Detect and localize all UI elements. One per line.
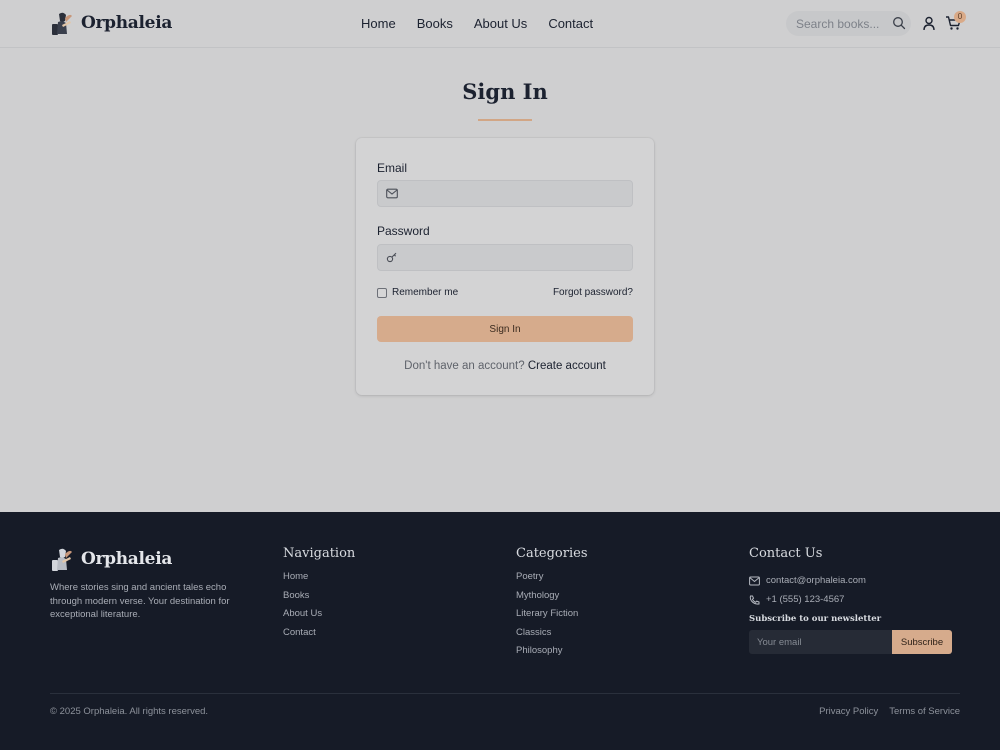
site-footer: Orphaleia Where stories sing and ancient… xyxy=(0,512,1000,750)
mail-icon xyxy=(386,188,398,199)
nav-item-home[interactable]: Home xyxy=(361,16,396,31)
search-input[interactable] xyxy=(786,11,886,36)
page-title: Sign In xyxy=(462,79,548,104)
footer-category-literary-fiction[interactable]: Literary Fiction xyxy=(516,609,588,628)
footer-categories-heading: Categories xyxy=(516,546,588,561)
cart-count-badge: 0 xyxy=(954,11,966,23)
remember-me-checkbox[interactable] xyxy=(377,288,387,298)
footer-email[interactable]: contact@orphaleia.com xyxy=(766,576,866,586)
mail-icon xyxy=(749,576,760,586)
phone-icon xyxy=(749,595,760,605)
privacy-policy-link[interactable]: Privacy Policy xyxy=(819,706,878,717)
nav-item-books[interactable]: Books xyxy=(417,16,453,31)
footer-phone-row: +1 (555) 123-4567 xyxy=(749,591,952,610)
footer-category-philosophy[interactable]: Philosophy xyxy=(516,646,588,665)
footer-description: Where stories sing and ancient tales ech… xyxy=(50,582,230,620)
user-icon[interactable] xyxy=(922,16,936,31)
forgot-password-link[interactable]: Forgot password? xyxy=(553,287,633,298)
key-icon xyxy=(386,252,397,263)
footer-category-mythology[interactable]: Mythology xyxy=(516,590,588,610)
footer-link-home[interactable]: Home xyxy=(283,572,355,591)
footer-email-row: contact@orphaleia.com xyxy=(749,572,952,591)
signin-card: Email Password Remember me Forgot passwo… xyxy=(356,138,654,395)
password-field[interactable] xyxy=(406,245,626,270)
email-label: Email xyxy=(377,161,408,175)
newsletter-label: Subscribe to our newsletter xyxy=(749,614,882,625)
signup-prompt: Don't have an account? xyxy=(404,360,525,372)
nav-item-about-us[interactable]: About Us xyxy=(474,16,527,31)
title-underline xyxy=(478,119,532,121)
footer-navigation-heading: Navigation xyxy=(283,546,356,561)
footer-phone[interactable]: +1 (555) 123-4567 xyxy=(766,594,844,605)
signup-prompt-line: Don't have an account? Create account xyxy=(356,360,654,372)
brand-name: Orphaleia xyxy=(81,13,173,33)
search-icon[interactable] xyxy=(892,16,906,30)
email-field[interactable] xyxy=(406,181,626,206)
footer-link-contact[interactable]: Contact xyxy=(283,627,355,647)
email-field-wrapper xyxy=(377,180,633,207)
terms-of-service-link[interactable]: Terms of Service xyxy=(889,706,960,717)
copyright: © 2025 Orphaleia. All rights reserved. xyxy=(50,706,209,717)
footer-category-classics[interactable]: Classics xyxy=(516,627,588,647)
footer-brand-name: Orphaleia xyxy=(81,549,173,569)
footer-link-about-us[interactable]: About Us xyxy=(283,609,355,628)
footer-navigation: Navigation Home Books About Us Contact xyxy=(283,546,355,646)
newsletter-form: Subscribe xyxy=(749,630,952,655)
footer-contact: Contact Us contact@orphaleia.com +1 (555… xyxy=(749,546,952,655)
site-header: Orphaleia Home Books About Us Contact 0 xyxy=(0,0,1000,48)
password-field-wrapper xyxy=(377,244,633,271)
footer-link-books[interactable]: Books xyxy=(283,590,355,610)
nav-item-contact[interactable]: Contact xyxy=(548,16,593,31)
newsletter-email-input[interactable] xyxy=(749,630,892,655)
main-nav: Home Books About Us Contact xyxy=(361,16,593,31)
create-account-link[interactable]: Create account xyxy=(528,360,606,372)
remember-me-label[interactable]: Remember me xyxy=(392,287,458,298)
footer-categories: Categories Poetry Mythology Literary Fic… xyxy=(516,546,588,665)
brand[interactable]: Orphaleia xyxy=(50,10,172,36)
footer-brand[interactable]: Orphaleia xyxy=(50,546,172,572)
sign-in-button[interactable]: Sign In xyxy=(377,316,633,342)
footer-divider xyxy=(50,693,960,694)
password-label: Password xyxy=(377,224,430,238)
search-box xyxy=(786,11,911,36)
logo-icon xyxy=(52,12,72,35)
footer-logo-icon xyxy=(52,548,72,571)
footer-legal-links: Privacy Policy Terms of Service xyxy=(819,706,960,717)
subscribe-button[interactable]: Subscribe xyxy=(892,630,952,655)
footer-contact-heading: Contact Us xyxy=(749,546,823,561)
footer-category-poetry[interactable]: Poetry xyxy=(516,572,588,591)
